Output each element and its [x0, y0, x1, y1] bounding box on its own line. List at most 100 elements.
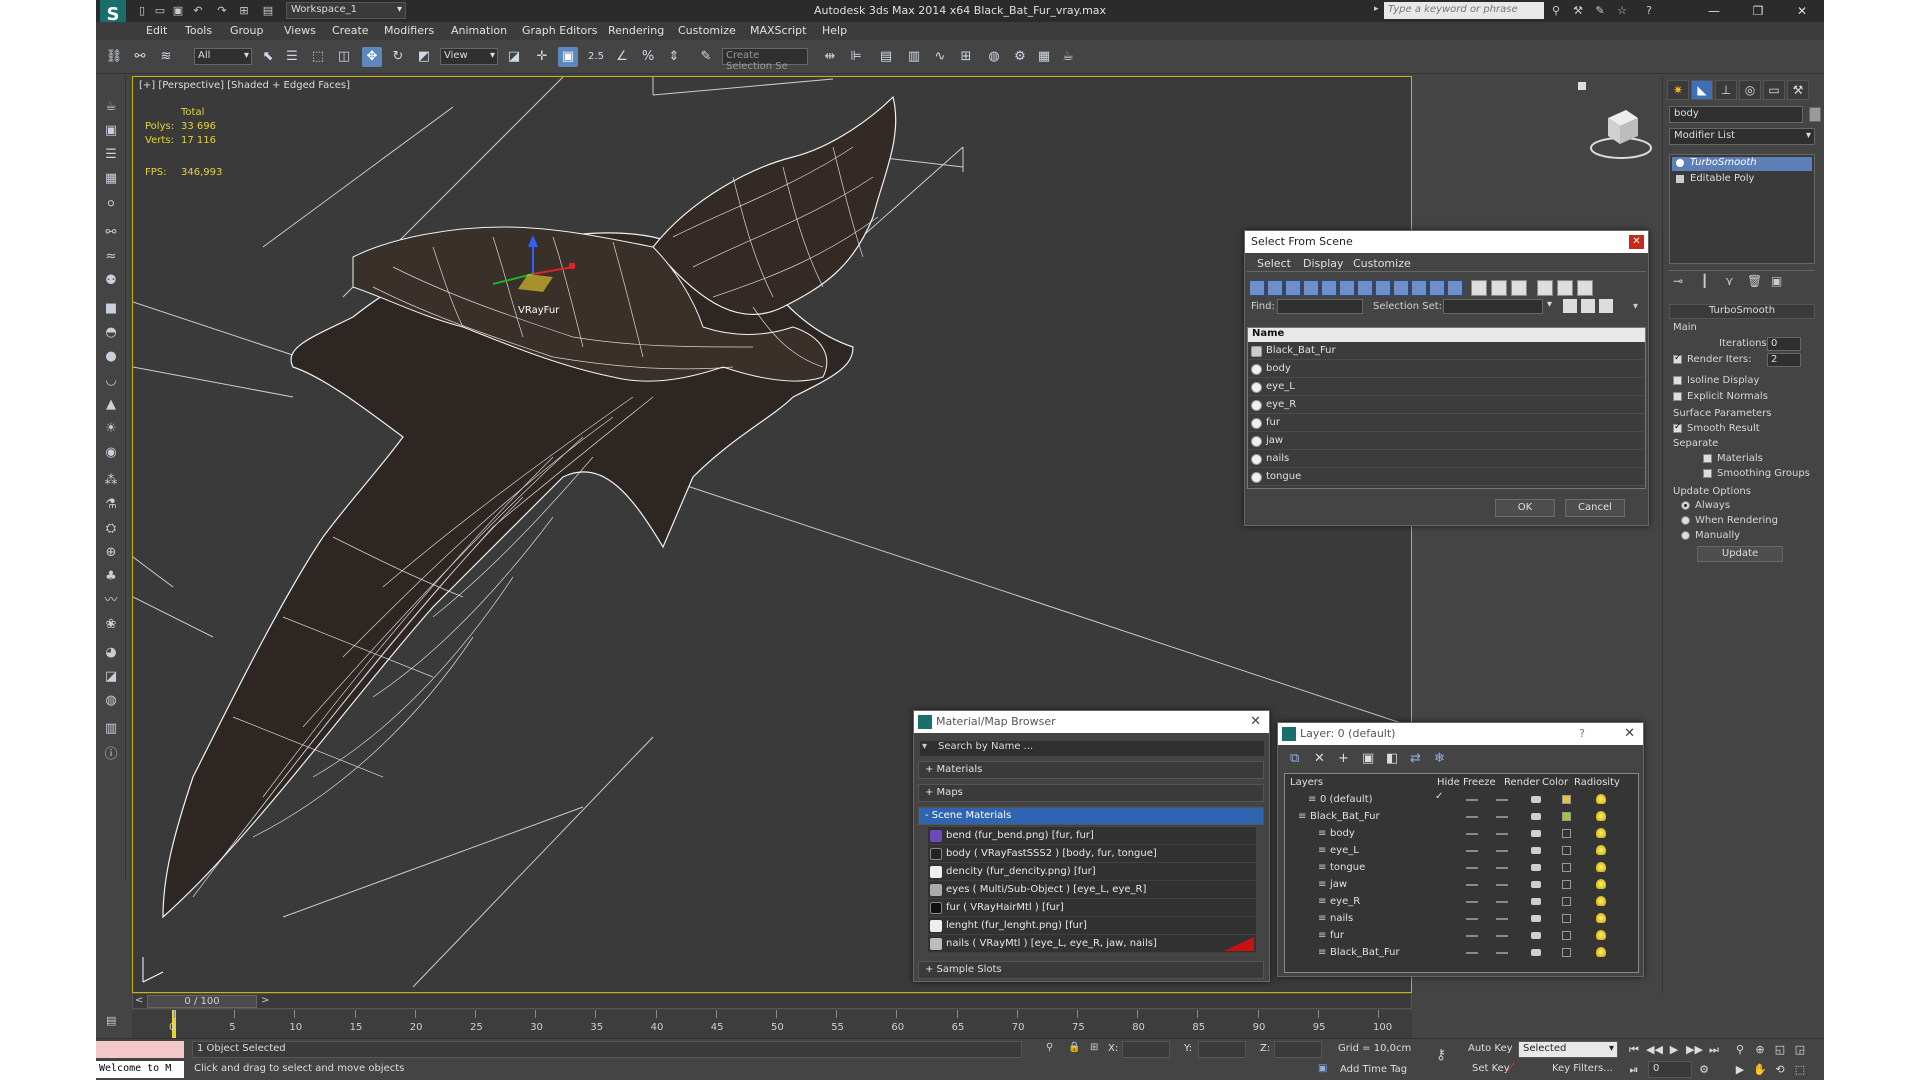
hemisphere-icon[interactable]: ◓	[101, 323, 121, 343]
section-sample-slots[interactable]: + Sample Slots	[918, 961, 1264, 979]
display-containers-icon[interactable]	[1411, 280, 1427, 296]
when-rendering-radio[interactable]	[1681, 516, 1690, 525]
column-layers[interactable]: Layers	[1290, 777, 1323, 788]
set-key-button[interactable]: Set Key	[1472, 1063, 1510, 1074]
open-mini-curve-editor-icon[interactable]: ▤	[106, 1014, 126, 1032]
find-input[interactable]	[1277, 299, 1363, 314]
layer-color-swatch[interactable]	[1562, 931, 1571, 940]
lightbulb-icon[interactable]: ⚪	[101, 195, 121, 215]
layer-color-swatch[interactable]	[1562, 914, 1571, 923]
layer-color-swatch[interactable]	[1562, 795, 1571, 804]
display-helpers-icon[interactable]	[1321, 280, 1337, 296]
menu-customize[interactable]: Customize	[678, 24, 736, 37]
freeze-toggle[interactable]	[1496, 952, 1508, 954]
minimize-icon[interactable]: —	[1696, 2, 1732, 20]
material-item[interactable]: lenght (fur_lenght.png) [fur]	[928, 917, 1256, 935]
keyboard-shortcut-override-icon[interactable]: ▣	[558, 47, 578, 67]
binoculars-icon[interactable]: ⚲	[1548, 3, 1564, 19]
maximize-viewport-icon[interactable]: ⬚	[1792, 1062, 1808, 1078]
schematic-view-icon[interactable]: ⊞	[956, 47, 976, 67]
layer-row[interactable]: ≡ fur	[1286, 927, 1636, 944]
hide-toggle[interactable]	[1466, 799, 1478, 801]
help-icon[interactable]: ?	[1641, 3, 1657, 19]
display-geometry-icon[interactable]	[1249, 280, 1265, 296]
sphere-icon[interactable]: ●	[101, 347, 121, 367]
select-and-move-icon[interactable]: ✥	[362, 47, 382, 67]
layer-color-swatch[interactable]	[1562, 880, 1571, 889]
hide-toggle[interactable]	[1466, 918, 1478, 920]
display-cameras-icon[interactable]	[1303, 280, 1319, 296]
column-hide[interactable]: Hide	[1437, 777, 1460, 788]
select-objects-in-layer-icon[interactable]: ▣	[1362, 751, 1374, 766]
display-xrefs-icon[interactable]	[1375, 280, 1391, 296]
home-icon[interactable]	[1578, 82, 1586, 90]
render-iters-spinner[interactable]: 2	[1767, 353, 1801, 367]
freeze-toggle[interactable]	[1496, 816, 1508, 818]
ok-button[interactable]: OK	[1495, 499, 1555, 517]
display-hidden-icon[interactable]	[1447, 280, 1463, 296]
edit-named-selection-icon[interactable]: ✎	[696, 47, 716, 67]
hide-toggle[interactable]	[1466, 935, 1478, 937]
hide-toggle[interactable]	[1466, 850, 1478, 852]
layer-row[interactable]: ≡ nails	[1286, 910, 1636, 927]
time-slider-thumb[interactable]: 0 / 100	[147, 995, 257, 1008]
chevron-down-icon[interactable]: ▾	[1547, 299, 1561, 314]
menu-rendering[interactable]: Rendering	[608, 24, 664, 37]
render-production-icon[interactable]: ☕	[1058, 47, 1078, 67]
radiosity-icon[interactable]	[1596, 828, 1606, 838]
layer-color-swatch[interactable]	[1562, 863, 1571, 872]
select-and-rotate-icon[interactable]: ↻	[388, 47, 408, 67]
layer-row[interactable]: ≡ body	[1286, 825, 1636, 842]
project-folder-icon[interactable]: ▤	[260, 3, 276, 19]
plant-icon[interactable]: ♣	[101, 567, 121, 587]
material-item[interactable]: body ( VRayFastSSS2 ) [body, fur, tongue…	[928, 845, 1256, 863]
render-toggle-icon[interactable]	[1531, 881, 1541, 888]
list-item[interactable]: eye_L	[1248, 378, 1645, 396]
bowl-icon[interactable]: ◡	[101, 371, 121, 391]
time-slider[interactable]: < 0 / 100 >	[132, 993, 1412, 1009]
select-by-name-icon[interactable]: ☰	[282, 47, 302, 67]
menu-create[interactable]: Create	[332, 24, 369, 37]
material-item[interactable]: eyes ( Multi/Sub-Object ) [eye_L, eye_R]	[928, 881, 1256, 899]
robot-icon[interactable]: ⚉	[101, 271, 121, 291]
expand-icon[interactable]	[1676, 175, 1684, 183]
named-selection-set-select[interactable]: Create Selection Se	[722, 48, 808, 72]
select-object-icon[interactable]: ⬉	[258, 47, 278, 67]
list-item[interactable]: jaw	[1248, 432, 1645, 450]
search-options-icon[interactable]: ▾	[922, 741, 927, 752]
next-frame-icon[interactable]: >	[261, 995, 269, 1006]
current-frame-input[interactable]: 0	[1648, 1061, 1692, 1078]
viewcube-icon[interactable]	[1586, 96, 1656, 166]
freeze-toggle[interactable]	[1496, 799, 1508, 801]
configure-modifier-sets-icon[interactable]: ▣	[1771, 274, 1782, 288]
smoothing-groups-checkbox[interactable]	[1703, 469, 1712, 478]
orbit-icon[interactable]: ⟲	[1772, 1062, 1788, 1078]
select-manipulate-icon[interactable]: ✛	[532, 47, 552, 67]
freeze-toggle[interactable]	[1496, 833, 1508, 835]
new-file-icon[interactable]: ▯	[134, 3, 150, 19]
spinner-snap-icon[interactable]: ⇕	[664, 47, 684, 67]
material-item[interactable]: fur ( VRayHairMtl ) [fur]	[928, 899, 1256, 917]
freeze-toggle[interactable]	[1496, 918, 1508, 920]
y-coordinate-input[interactable]	[1198, 1041, 1246, 1058]
earth-icon[interactable]: ◍	[101, 691, 121, 711]
layer-row[interactable]: ≡ eye_L	[1286, 842, 1636, 859]
display-shapes-icon[interactable]	[1267, 280, 1283, 296]
rectangular-selection-icon[interactable]: ⬚	[308, 47, 328, 67]
render-toggle-icon[interactable]	[1531, 847, 1541, 854]
manually-radio[interactable]	[1681, 531, 1690, 540]
menu-group[interactable]: Group	[230, 24, 264, 37]
motion-tab-icon[interactable]: ◎	[1739, 80, 1761, 100]
list-item[interactable]: fur	[1248, 414, 1645, 432]
display-bones-icon[interactable]	[1393, 280, 1409, 296]
menu-edit[interactable]: Edit	[146, 24, 167, 37]
selection-set-select[interactable]	[1443, 299, 1543, 314]
rendered-frame-window-icon[interactable]: ▦	[1034, 47, 1054, 67]
delete-layer-icon[interactable]: ✕	[1314, 751, 1325, 766]
render-toggle-icon[interactable]	[1531, 915, 1541, 922]
modify-tab-icon[interactable]: ◣	[1691, 80, 1713, 100]
freeze-toggle[interactable]	[1496, 884, 1508, 886]
freeze-unfreeze-all-icon[interactable]: ❄	[1434, 751, 1445, 766]
hide-toggle[interactable]	[1466, 952, 1478, 954]
section-scene-materials[interactable]: - Scene Materials	[918, 807, 1264, 825]
